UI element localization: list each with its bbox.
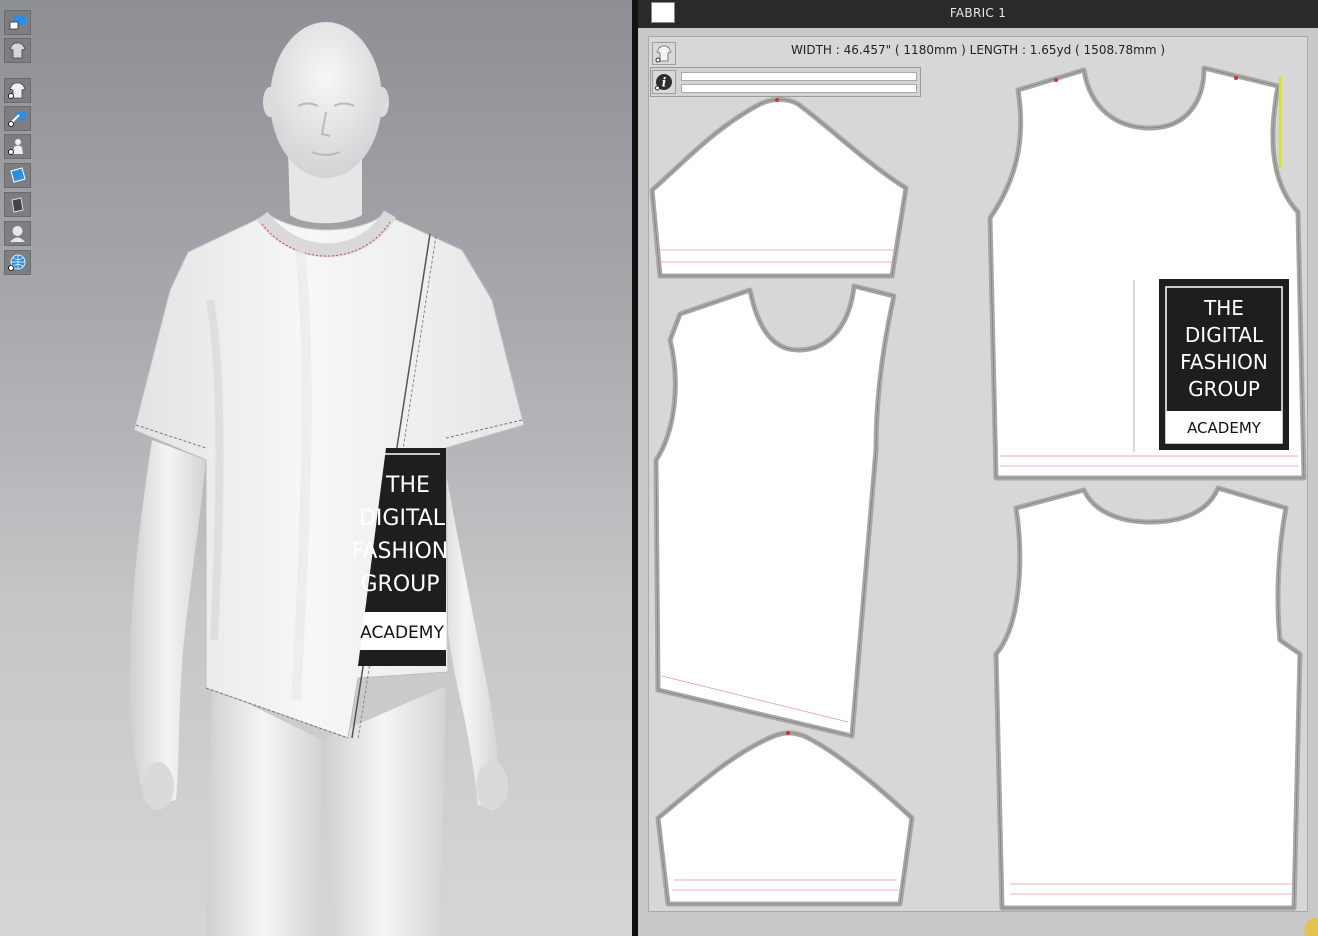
arrangement-plane-icon — [11, 197, 24, 213]
pattern-print-line-4: GROUP — [1188, 377, 1260, 401]
3d-print-sub: ACADEMY — [360, 623, 444, 643]
globe-environment-icon — [8, 254, 26, 271]
avatar-right-ear — [375, 87, 389, 117]
pattern-piece-front-left-panel[interactable] — [653, 283, 897, 739]
3d-print-line-2: DIGITAL — [359, 506, 446, 531]
globe-environment-button[interactable] — [4, 250, 31, 275]
garment-texture-button[interactable] — [4, 38, 31, 63]
3d-scene[interactable]: THE DIGITAL FASHION GROUP ACADEMY — [0, 0, 632, 936]
arrangement-plane-button[interactable] — [4, 192, 31, 217]
pin-tool-button[interactable] — [4, 106, 31, 131]
pattern-pieces-layer: THE DIGITAL FASHION GROUP ACADEMY — [649, 65, 1318, 936]
show-3d-garment-icon — [9, 15, 25, 30]
window-resize-indicator[interactable] — [1304, 918, 1318, 936]
fabric-surface-icon — [10, 167, 26, 183]
avatar-silhouette-icon — [10, 226, 25, 242]
3d-print-line-3: FASHION — [352, 539, 448, 564]
avatar-left-arm — [129, 440, 206, 805]
pin-tool-icon — [8, 112, 25, 127]
avatar-right-hand — [476, 762, 508, 810]
pattern-piece-sleeve-1[interactable] — [649, 97, 909, 279]
avatar-left-leg — [206, 686, 322, 936]
pattern-print-line-2: DIGITAL — [1185, 323, 1264, 347]
pattern-print-panel[interactable]: THE DIGITAL FASHION GROUP ACADEMY — [1159, 279, 1289, 450]
avatar-left-ear — [263, 87, 277, 117]
garment-texture-icon — [9, 42, 26, 59]
show-avatar-icon — [8, 139, 23, 155]
3d-print-line-1: THE — [385, 473, 430, 498]
pattern-piece-back-panel[interactable] — [993, 485, 1303, 911]
avatar-left-hand — [142, 762, 174, 810]
show-3d-garment-button[interactable] — [4, 10, 31, 35]
show-avatar-button[interactable] — [4, 134, 31, 159]
show-garment-button[interactable] — [4, 78, 31, 103]
pattern-print-sub: ACADEMY — [1187, 419, 1262, 437]
avatar-silhouette-button[interactable] — [4, 221, 31, 246]
2d-pattern-window: FABRIC 1 WIDTH : 46.457" ( 1180mm ) LENG… — [638, 0, 1318, 936]
pattern-print-line-1: THE — [1203, 296, 1244, 320]
3d-viewport[interactable]: THE DIGITAL FASHION GROUP ACADEMY — [0, 0, 632, 936]
show-garment-icon — [8, 82, 26, 99]
pattern-print-line-3: FASHION — [1180, 350, 1268, 374]
fabric-surface-button[interactable] — [4, 163, 31, 188]
pattern-piece-sleeve-2[interactable] — [655, 730, 915, 907]
pattern-piece-front-right-panel[interactable]: THE DIGITAL FASHION GROUP ACADEMY — [987, 65, 1307, 481]
3d-print-line-4: GROUP — [360, 572, 439, 597]
